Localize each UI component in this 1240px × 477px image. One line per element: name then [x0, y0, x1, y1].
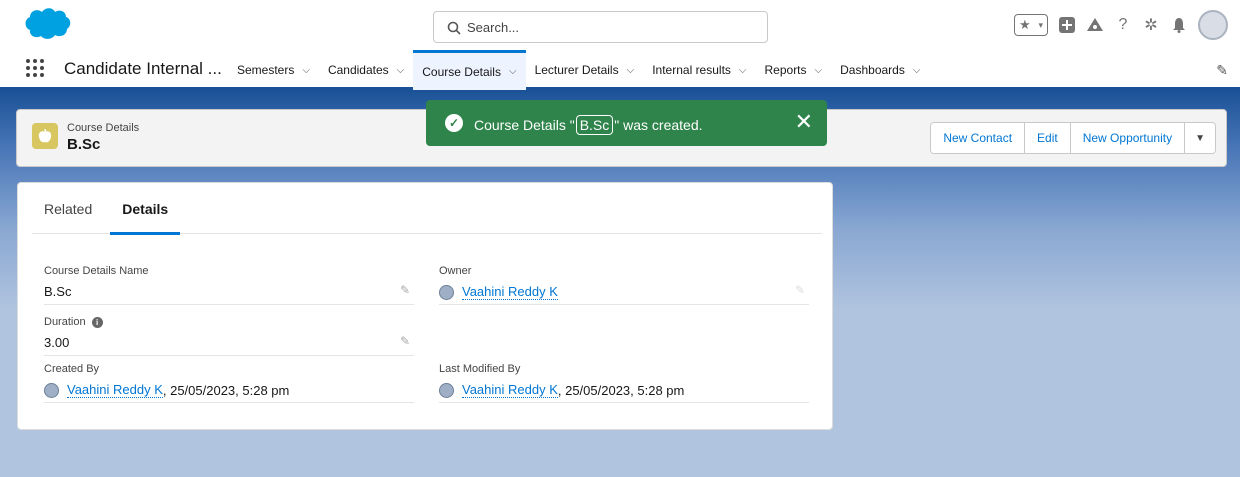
toast-suffix: " was created. [614, 117, 703, 133]
user-avatar[interactable] [1198, 10, 1228, 40]
chevron-down-icon[interactable]: ⌵ [815, 65, 823, 76]
chevron-down-icon: ▾ [1038, 19, 1044, 30]
apple-object-icon [32, 123, 58, 149]
global-actions-icon[interactable] [1058, 16, 1076, 34]
details-card: Related Details Course Details Name B.Sc… [17, 182, 833, 430]
edit-pencil-icon[interactable]: ✎ [400, 283, 410, 297]
tab-related[interactable]: Related [32, 183, 104, 234]
modifier-avatar [439, 382, 454, 398]
field-owner: Owner Vaahini Reddy K ✎ [439, 265, 809, 305]
nav-item-label: Dashboards [840, 63, 905, 77]
created-date: , 25/05/2023, 5:28 pm [162, 382, 290, 398]
edit-pencil-icon[interactable]: ✎ [400, 334, 410, 348]
caret-down-icon: ▼ [1195, 132, 1205, 144]
chevron-down-icon[interactable]: ⌵ [739, 65, 747, 76]
star-icon: ★ [1018, 17, 1031, 32]
help-icon[interactable]: ? [1114, 16, 1132, 34]
object-type-label: Course Details [67, 122, 140, 134]
toast-prefix: Course Details " [474, 117, 575, 133]
chevron-down-icon[interactable]: ⌵ [302, 65, 310, 76]
toast-message: Course Details " B.Sc " was created. [474, 115, 703, 135]
app-name: Candidate Internal ... [64, 59, 222, 78]
new-opportunity-button[interactable]: New Opportunity [1070, 123, 1186, 153]
edit-nav-pencil-icon[interactable]: ✎ [1216, 62, 1228, 79]
app-nav-bar: Candidate Internal ... Semesters ⌵ Candid… [0, 50, 1240, 90]
nav-item-lecturer-details[interactable]: Lecturer Details ⌵ [526, 50, 644, 90]
favorites-button[interactable]: ★ ▾ [1014, 14, 1048, 36]
change-owner-icon[interactable]: ✎ [795, 283, 805, 297]
trailhead-icon[interactable] [1086, 16, 1104, 34]
close-icon[interactable]: ✕ [795, 109, 813, 135]
chevron-down-icon[interactable]: ⌵ [627, 65, 635, 76]
nav-item-dashboards[interactable]: Dashboards ⌵ [831, 50, 929, 90]
field-value: B.Sc [44, 284, 72, 299]
chevron-down-icon[interactable]: ⌵ [913, 65, 921, 76]
record-actions: New Contact Edit New Opportunity ▼ [930, 122, 1216, 154]
nav-item-label: Lecturer Details [534, 63, 619, 77]
field-value: Vaahini Reddy K , 25/05/2023, 5:28 pm [439, 382, 684, 398]
header-icons: ★ ▾ ? ✲ [1014, 8, 1228, 42]
created-by-link[interactable]: Vaahini Reddy K [67, 382, 163, 398]
global-header: Search... ★ ▾ ? ✲ [0, 0, 1240, 50]
creator-avatar [44, 382, 59, 398]
last-modified-by-link[interactable]: Vaahini Reddy K [462, 382, 558, 398]
field-label: Course Details Name [44, 265, 149, 277]
field-last-modified-by: Last Modified By Vaahini Reddy K , 25/05… [439, 363, 809, 403]
more-actions-button[interactable]: ▼ [1185, 123, 1215, 153]
new-contact-button[interactable]: New Contact [931, 123, 1026, 153]
success-toast: ✓ Course Details " B.Sc " was created. ✕ [426, 100, 827, 146]
search-placeholder: Search... [467, 20, 520, 35]
nav-item-label: Course Details [422, 64, 501, 79]
owner-avatar [439, 284, 454, 300]
search-input[interactable]: Search... [433, 11, 768, 43]
nav-item-reports[interactable]: Reports ⌵ [756, 50, 832, 90]
field-label: Duration i [44, 316, 103, 328]
nav-item-label: Semesters [237, 63, 295, 77]
tab-details[interactable]: Details [110, 183, 181, 235]
info-icon[interactable]: i [91, 316, 103, 328]
notifications-bell-icon[interactable] [1170, 16, 1188, 34]
chevron-down-icon[interactable]: ⌵ [397, 65, 405, 76]
app-launcher-icon[interactable] [26, 59, 44, 77]
chevron-down-icon[interactable]: ⌵ [509, 66, 517, 77]
search-icon [447, 21, 461, 35]
owner-link[interactable]: Vaahini Reddy K [462, 284, 558, 300]
nav-item-label: Reports [764, 63, 807, 77]
salesforce-logo-icon[interactable] [22, 6, 72, 42]
field-value: Vaahini Reddy K [439, 284, 558, 300]
field-label: Last Modified By [439, 363, 521, 375]
field-created-by: Created By Vaahini Reddy K , 25/05/2023,… [44, 363, 414, 403]
field-label: Created By [44, 363, 100, 375]
nav-item-label: Internal results [652, 63, 731, 77]
field-course-details-name: Course Details Name B.Sc ✎ [44, 265, 414, 305]
field-duration: Duration i 3.00 ✎ [44, 316, 414, 356]
nav-item-label: Candidates [327, 63, 389, 77]
field-value: 3.00 [44, 335, 70, 350]
record-tabs: Related Details [32, 183, 822, 235]
last-modified-date: , 25/05/2023, 5:28 pm [557, 382, 685, 398]
nav-item-internal-results[interactable]: Internal results ⌵ [643, 50, 755, 90]
success-check-icon: ✓ [445, 114, 463, 132]
field-label: Owner [439, 265, 472, 277]
nav-item-semesters[interactable]: Semesters ⌵ [228, 50, 319, 90]
field-value: Vaahini Reddy K , 25/05/2023, 5:28 pm [44, 382, 289, 398]
nav-items: Semesters ⌵ Candidates ⌵ Course Details ⌵ L… [228, 50, 929, 90]
nav-item-course-details[interactable]: Course Details ⌵ [413, 50, 526, 90]
edit-button[interactable]: Edit [1025, 123, 1071, 153]
field-label-text: Duration [44, 316, 86, 328]
nav-item-candidates[interactable]: Candidates ⌵ [319, 50, 413, 90]
record-name: B.Sc [67, 136, 101, 153]
toast-record-link[interactable]: B.Sc [575, 115, 614, 135]
setup-gear-icon[interactable]: ✲ [1142, 16, 1160, 34]
